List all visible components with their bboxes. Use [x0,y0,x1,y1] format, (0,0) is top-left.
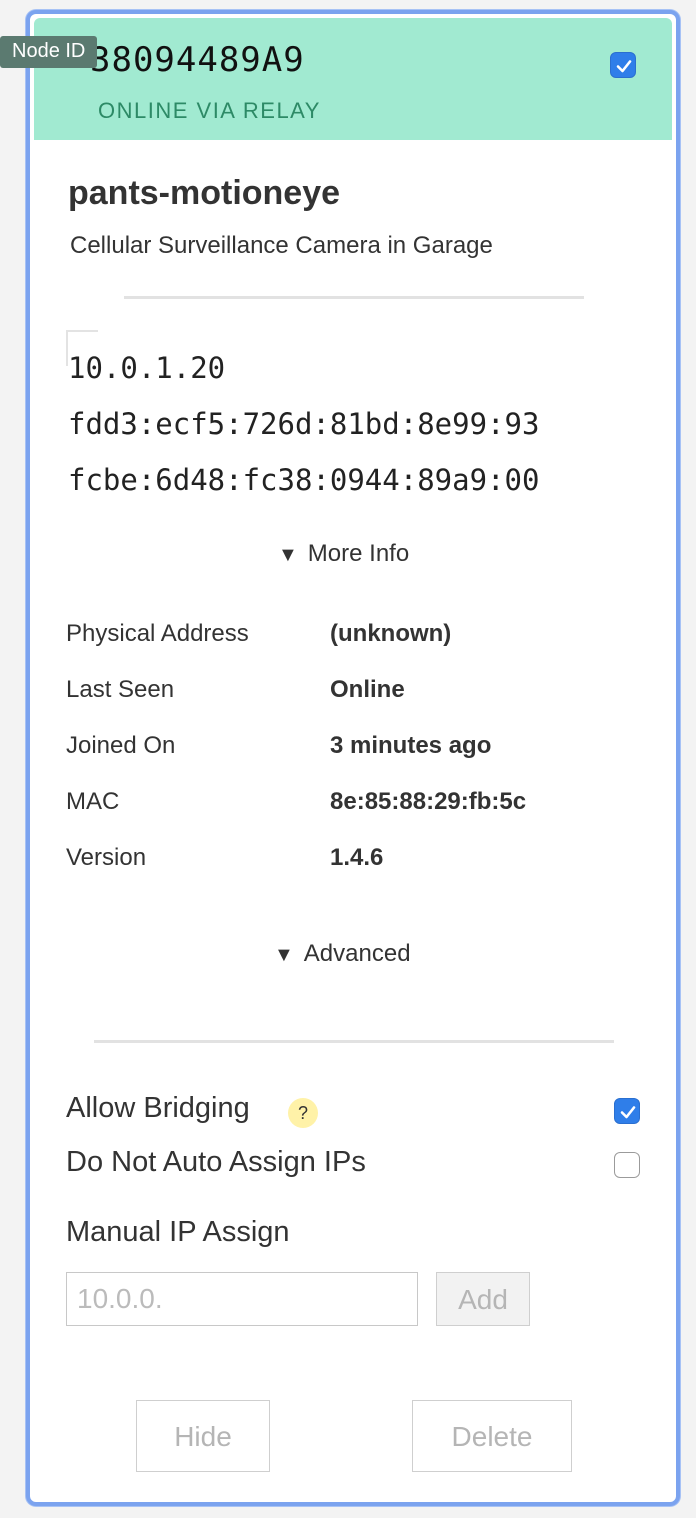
delete-button[interactable]: Delete [412,1400,572,1472]
card-header: 38094489A9 ONLINE VIA RELAY [34,18,672,140]
checkmark-icon [616,60,632,73]
triangle-down-icon: ▼ [274,944,294,966]
info-label: Joined On [66,732,176,759]
divider [94,1040,614,1043]
ip-address[interactable]: 10.0.1.20 [68,340,580,396]
no-auto-assign-checkbox[interactable] [614,1152,640,1178]
node-id-tooltip: Node ID [0,36,98,68]
info-label: Version [66,844,147,871]
node-description[interactable]: Cellular Surveillance Camera in Garage [70,232,493,260]
manual-ip-label: Manual IP Assign [66,1216,290,1248]
select-member-checkbox[interactable] [610,52,636,78]
ip-address-list: 10.0.1.20 fdd3:ecf5:726d:81bd:8e99:93 fc… [68,340,580,508]
info-label: Physical Address [66,620,249,647]
member-card: 38094489A9 ONLINE VIA RELAY pants-motion… [26,10,680,1506]
info-value: Online [330,676,405,703]
checkmark-icon [620,1106,636,1119]
help-icon[interactable]: ? [288,1098,318,1128]
node-id[interactable]: 38094489A9 [90,40,305,80]
status-text: ONLINE VIA RELAY [98,98,321,123]
info-label: MAC [66,788,120,815]
info-value: 8e:85:88:29:fb:5c [330,788,527,815]
add-ip-button[interactable]: Add [436,1272,530,1326]
info-value: 3 minutes ago [330,732,492,759]
node-name[interactable]: pants-motioneye [68,174,340,213]
ip-address[interactable]: fcbe:6d48:fc38:0944:89a9:00 [68,452,580,508]
info-label: Last Seen [66,676,175,703]
advanced-toggle[interactable]: ▼ Advanced [274,940,411,968]
no-auto-assign-label: Do Not Auto Assign IPs [66,1146,366,1178]
hide-button[interactable]: Hide [136,1400,270,1472]
member-card-body: 38094489A9 ONLINE VIA RELAY pants-motion… [34,18,672,1498]
more-info-label: More Info [307,540,410,567]
allow-bridging-checkbox[interactable] [614,1098,640,1124]
info-value: (unknown) [330,620,452,647]
more-info-toggle[interactable]: ▼ More Info [278,540,409,568]
info-value: 1.4.6 [330,844,384,871]
advanced-label: Advanced [303,940,411,967]
allow-bridging-label: Allow Bridging [66,1092,250,1124]
triangle-down-icon: ▼ [278,544,298,566]
manual-ip-input[interactable] [66,1272,418,1326]
divider [124,296,584,299]
ip-address[interactable]: fdd3:ecf5:726d:81bd:8e99:93 [68,396,580,452]
